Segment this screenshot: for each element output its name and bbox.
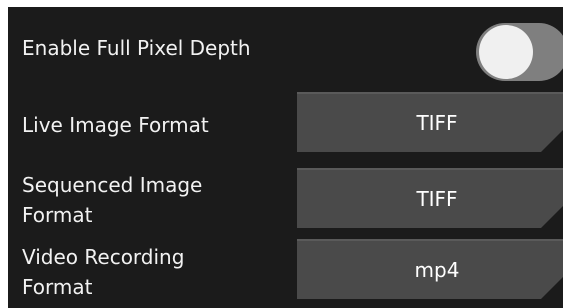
- sequenced-image-format-label-line2: Format: [22, 203, 93, 227]
- video-recording-format-value: mp4: [414, 258, 460, 282]
- sequenced-image-format-value: TIFF: [416, 187, 458, 211]
- dropdown-corner-icon: [541, 273, 563, 299]
- video-recording-format-select[interactable]: mp4: [297, 239, 563, 299]
- live-image-format-select[interactable]: TIFF: [297, 92, 563, 152]
- toggle-knob: [479, 25, 533, 79]
- dropdown-corner-icon: [541, 126, 563, 152]
- video-recording-format-label-line2: Format: [22, 275, 93, 299]
- full-pixel-depth-toggle[interactable]: [476, 23, 563, 81]
- sequenced-image-format-select[interactable]: TIFF: [297, 168, 563, 228]
- live-image-format-label: Live Image Format: [22, 113, 209, 137]
- dropdown-corner-icon: [541, 202, 563, 228]
- full-pixel-depth-label: Enable Full Pixel Depth: [22, 36, 251, 60]
- live-image-format-value: TIFF: [416, 111, 458, 135]
- sequenced-image-format-label-line1: Sequenced Image: [22, 173, 203, 197]
- video-recording-format-label-line1: Video Recording: [22, 245, 185, 269]
- settings-panel: Enable Full Pixel Depth Live Image Forma…: [8, 7, 563, 308]
